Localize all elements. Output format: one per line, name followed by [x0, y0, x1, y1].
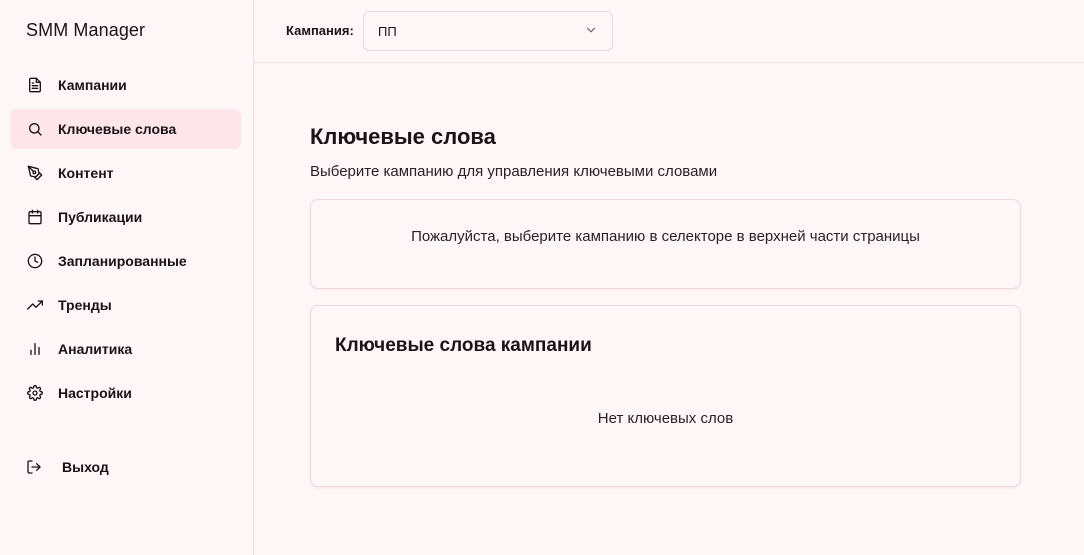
logout-button[interactable]: Выход — [26, 447, 226, 487]
pen-tool-icon — [26, 165, 43, 182]
sidebar-nav: Кампании Ключевые слова Контент Публикац… — [10, 65, 241, 417]
trending-up-icon — [26, 297, 43, 314]
sidebar: SMM Manager Кампании Ключевые слова Конт… — [0, 0, 254, 555]
campaign-keywords-card: Ключевые слова кампании Нет ключевых сло… — [310, 305, 1021, 487]
sidebar-item-campaigns[interactable]: Кампании — [10, 65, 241, 105]
gear-icon — [26, 385, 43, 402]
sidebar-item-label: Ключевые слова — [58, 121, 177, 137]
sidebar-item-content[interactable]: Контент — [10, 153, 241, 193]
sidebar-item-trends[interactable]: Тренды — [10, 285, 241, 325]
sidebar-item-label: Тренды — [58, 297, 112, 313]
page-title: Ключевые слова — [310, 124, 496, 149]
sidebar-item-settings[interactable]: Настройки — [10, 373, 241, 413]
empty-keywords-message: Нет ключевых слов — [597, 410, 734, 427]
document-icon — [26, 77, 43, 94]
sidebar-item-scheduled[interactable]: Запланированные — [10, 241, 241, 281]
clock-icon — [26, 253, 43, 270]
sidebar-item-label: Запланированные — [58, 253, 187, 269]
logout-icon — [26, 459, 43, 476]
sidebar-item-label: Контент — [58, 165, 114, 181]
sidebar-item-label: Кампании — [58, 77, 127, 93]
sidebar-item-label: Аналитика — [58, 341, 133, 357]
sidebar-item-keywords[interactable]: Ключевые слова — [10, 109, 241, 149]
campaign-keywords-title: Ключевые слова кампании — [335, 335, 592, 356]
select-campaign-notice-card: Пожалуйста, выберите кампанию в селектор… — [310, 199, 1021, 289]
top-bar: Кампания: ПП — [254, 0, 1084, 63]
search-icon — [26, 121, 43, 138]
calendar-icon — [26, 209, 43, 226]
campaign-select[interactable]: ПП — [363, 11, 613, 51]
bar-chart-icon — [26, 341, 43, 358]
sidebar-item-publications[interactable]: Публикации — [10, 197, 241, 237]
campaign-label: Кампания: — [286, 23, 354, 38]
select-campaign-notice: Пожалуйста, выберите кампанию в селектор… — [411, 228, 920, 245]
logout-label: Выход — [62, 459, 109, 475]
app-logo: SMM Manager — [26, 20, 146, 40]
sidebar-item-analytics[interactable]: Аналитика — [10, 329, 241, 369]
page-subtitle: Выберите кампанию для управления ключевы… — [310, 163, 718, 180]
chevron-down-icon — [584, 23, 598, 40]
campaign-select-value: ПП — [378, 23, 397, 39]
sidebar-item-label: Публикации — [58, 209, 143, 225]
sidebar-item-label: Настройки — [58, 385, 132, 401]
